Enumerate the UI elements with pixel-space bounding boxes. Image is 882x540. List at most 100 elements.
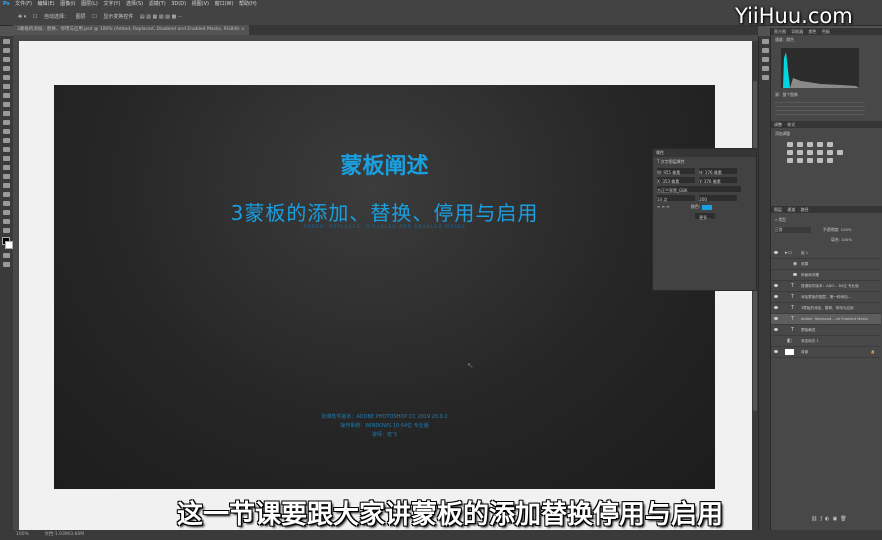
layer-kind-value[interactable]: 类型 <box>778 217 786 222</box>
paragraph-panel-icon[interactable] <box>761 75 769 80</box>
stamp-tool-icon[interactable] <box>3 120 10 125</box>
mixer-icon[interactable] <box>827 150 833 155</box>
target-select[interactable]: 图层 <box>76 14 86 20</box>
selective-color-icon[interactable] <box>827 158 833 163</box>
menu-window[interactable]: 窗口(W) <box>215 1 234 7</box>
menu-help[interactable]: 帮助(H) <box>239 1 257 7</box>
history-panel-icon[interactable] <box>761 39 769 44</box>
link-icon[interactable]: ⛓ <box>811 516 820 522</box>
vibrance-icon[interactable] <box>827 142 833 147</box>
eye-icon[interactable] <box>774 251 778 254</box>
layer-row[interactable]: T 蒙板阐述 <box>771 325 881 336</box>
path-select-tool-icon[interactable] <box>3 192 10 197</box>
show-transform-checkbox[interactable]: ☐ <box>92 14 96 20</box>
photo-filter-icon[interactable] <box>817 150 823 155</box>
quick-select-tool-icon[interactable] <box>3 66 10 71</box>
layer-row[interactable]: T 添加蒙板的图层，第一种添加... <box>771 292 881 303</box>
layer-row[interactable]: ▸▭ 组 1 <box>771 248 881 259</box>
curves-icon[interactable] <box>807 142 813 147</box>
align-center-icon[interactable]: ≡ <box>662 204 665 209</box>
move-tool-icon[interactable]: ✥ ▾ <box>18 14 26 20</box>
artboard[interactable]: 蒙板阐述 3蒙板的添加、替换、停用与启用 ADDED, REPLACED, DI… <box>54 85 715 489</box>
levels-icon[interactable] <box>797 142 803 147</box>
background-color[interactable] <box>4 241 13 249</box>
tab-adjustments[interactable]: 调整 <box>774 122 782 127</box>
quick-mask-icon[interactable] <box>3 253 10 258</box>
layer-row[interactable]: 斜面和浮雕 <box>771 270 881 281</box>
eraser-tool-icon[interactable] <box>3 138 10 143</box>
color-swatches[interactable] <box>1 237 13 249</box>
trash-icon[interactable]: 🗑 <box>840 516 849 522</box>
eye-icon[interactable] <box>774 306 778 309</box>
eye-icon[interactable] <box>774 295 778 298</box>
tab-styles[interactable]: 样式 <box>787 122 795 127</box>
tab-navigator[interactable]: 导航器 <box>791 29 803 34</box>
properties-panel-icon[interactable] <box>761 57 769 62</box>
blend-mode-select[interactable]: 正常 <box>775 227 811 233</box>
shape-tool-icon[interactable] <box>3 201 10 206</box>
marquee-tool-icon[interactable] <box>3 48 10 53</box>
lasso-tool-icon[interactable] <box>3 57 10 62</box>
properties-tab[interactable]: 属性 <box>653 149 756 157</box>
gradient-map-icon[interactable] <box>817 158 823 163</box>
layer-row[interactable]: ◉ 效果 <box>771 259 881 270</box>
zoom-tool-icon[interactable] <box>3 219 10 224</box>
pen-tool-icon[interactable] <box>3 174 10 179</box>
source-select[interactable]: 源：整个图像 <box>775 92 798 98</box>
layer-row[interactable]: 背景 🔒 <box>771 347 881 358</box>
hand-tool-icon[interactable] <box>3 210 10 215</box>
character-panel-icon[interactable] <box>761 66 769 71</box>
eye-icon[interactable] <box>774 317 778 320</box>
crop-tool-icon[interactable] <box>3 75 10 80</box>
align-icons[interactable]: ▤ ▥ ▦ ▧ ▨ ▩ ··· <box>140 14 183 20</box>
layer-row[interactable]: T 3蒙板的添加、替换、停用与启用 <box>771 303 881 314</box>
mask-icon[interactable]: ◐ <box>825 516 832 522</box>
y-field[interactable]: Y: 376 像素 <box>699 177 738 184</box>
zoom-level[interactable]: 100% <box>16 532 29 537</box>
menu-type[interactable]: 文字(Y) <box>103 1 120 7</box>
type-tool-icon[interactable] <box>3 183 10 188</box>
layer-row[interactable]: ◧ 渐变填充 1 <box>771 336 881 347</box>
actions-panel-icon[interactable] <box>761 48 769 53</box>
auto-select-checkbox[interactable]: ☐ <box>33 14 37 20</box>
more-tools-icon[interactable] <box>3 228 10 233</box>
menu-3d[interactable]: 3D(D) <box>171 1 186 7</box>
balance-icon[interactable] <box>797 150 803 155</box>
eyedropper-tool-icon[interactable] <box>3 93 10 98</box>
hue-icon[interactable] <box>787 150 793 155</box>
document-tab[interactable]: 3蒙板的添加、替换、停用与启用.psd @ 100% (Added, Repla… <box>13 25 249 35</box>
height-field[interactable]: H: 176 像素 <box>699 168 738 175</box>
eye-icon[interactable] <box>774 284 778 287</box>
screen-mode-icon[interactable] <box>3 262 10 267</box>
invert-icon[interactable] <box>787 158 793 163</box>
healing-tool-icon[interactable] <box>3 102 10 107</box>
lookup-icon[interactable] <box>837 150 843 155</box>
fill-field[interactable]: 填充: 100% <box>831 237 852 243</box>
layer-row[interactable]: T Added, Replaced,...nd Enabled Masks <box>771 314 881 325</box>
leading-field[interactable]: 200 <box>699 195 738 202</box>
frame-tool-icon[interactable] <box>3 84 10 89</box>
brightness-icon[interactable] <box>787 142 793 147</box>
x-field[interactable]: X: 353 像素 <box>657 177 695 184</box>
exposure-icon[interactable] <box>817 142 823 147</box>
gradient-tool-icon[interactable] <box>3 147 10 152</box>
eye-icon[interactable] <box>774 350 778 353</box>
eye-icon[interactable] <box>774 328 778 331</box>
menu-select[interactable]: 选择(S) <box>126 1 143 7</box>
more-button[interactable]: 更多... <box>695 213 715 220</box>
menu-file[interactable]: 文件(F) <box>15 1 32 7</box>
posterize-icon[interactable] <box>797 158 803 163</box>
dodge-tool-icon[interactable] <box>3 165 10 170</box>
close-icon[interactable]: × <box>241 27 245 32</box>
menu-edit[interactable]: 编辑(E) <box>38 1 55 7</box>
menu-view[interactable]: 视图(V) <box>192 1 209 7</box>
move-tool-icon[interactable] <box>3 39 10 44</box>
blur-tool-icon[interactable] <box>3 156 10 161</box>
brush-tool-icon[interactable] <box>3 111 10 116</box>
history-brush-icon[interactable] <box>3 129 10 134</box>
menu-image[interactable]: 图像(I) <box>60 1 75 7</box>
align-right-icon[interactable]: ≡ <box>666 204 669 209</box>
bw-icon[interactable] <box>807 150 813 155</box>
menu-layer[interactable]: 图层(L) <box>81 1 98 7</box>
tab-color[interactable]: 颜色 <box>809 29 817 34</box>
